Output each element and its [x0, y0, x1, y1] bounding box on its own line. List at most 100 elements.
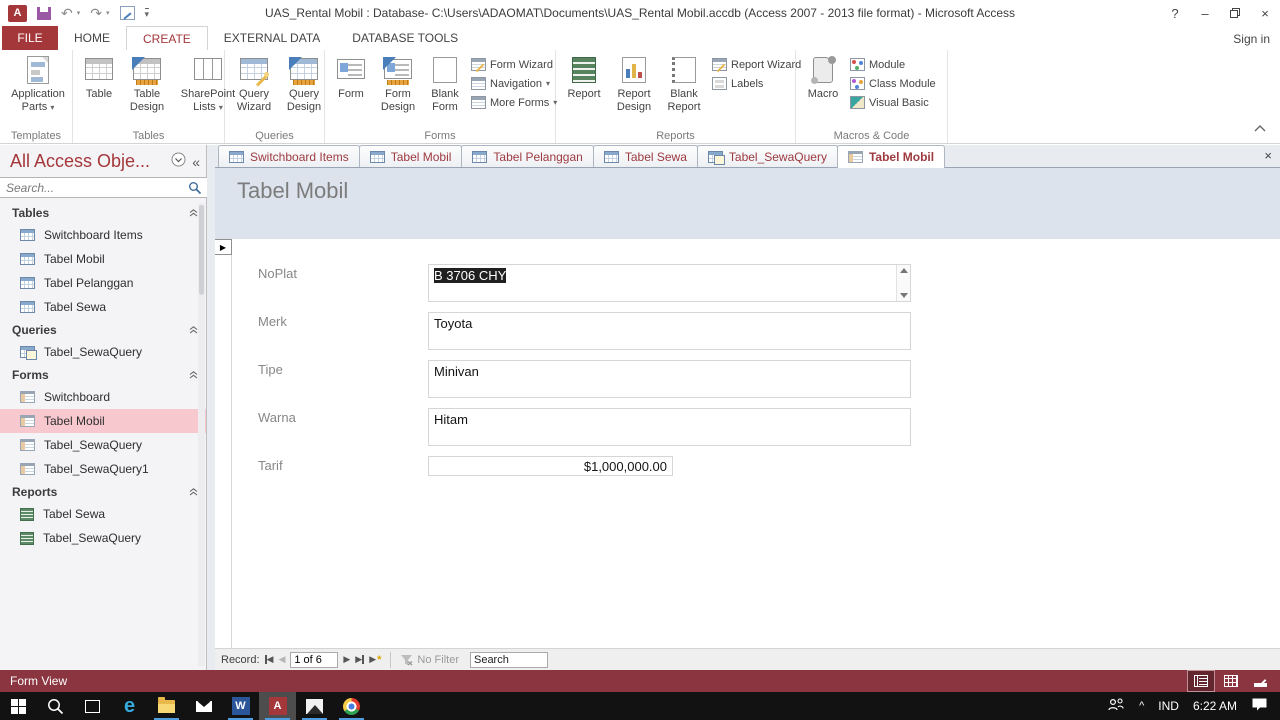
nav-pane-title[interactable]: All Access Obje... — [10, 151, 171, 172]
nav-item-tabel-sewaquery-report[interactable]: Tabel_SewaQuery — [0, 526, 206, 550]
tab-home[interactable]: HOME — [58, 26, 126, 50]
taskbar-file-explorer[interactable] — [148, 692, 185, 720]
nav-section-forms[interactable]: Forms — [0, 364, 206, 385]
navigation-button[interactable]: Navigation ▾ — [471, 77, 557, 90]
collapse-section-icon[interactable] — [189, 488, 198, 496]
nav-item-tabel-mobil-form[interactable]: Tabel Mobil — [0, 409, 206, 433]
nav-item-tabel-pelanggan[interactable]: Tabel Pelanggan — [0, 271, 206, 295]
table-button[interactable]: Table — [77, 53, 121, 102]
doc-tab-tabel-sewa[interactable]: Tabel Sewa — [592, 145, 698, 167]
doc-tab-tabel-sewaquery[interactable]: Tabel_SewaQuery — [696, 145, 838, 167]
search-icon[interactable] — [188, 181, 202, 200]
report-wizard-button[interactable]: Report Wizard — [712, 58, 801, 71]
taskbar-photos[interactable] — [296, 692, 333, 720]
record-position-input[interactable] — [290, 651, 339, 668]
field-warna[interactable]: Hitam — [428, 408, 911, 446]
next-record-button[interactable]: ▶ — [343, 654, 350, 665]
application-parts-button[interactable]: Application Parts ▾ — [4, 53, 72, 114]
start-button[interactable] — [0, 692, 37, 720]
action-center-button[interactable] — [1251, 697, 1268, 715]
no-filter-button[interactable]: No Filter — [400, 654, 459, 666]
new-record-button[interactable]: ▶ * — [369, 654, 381, 666]
labels-button[interactable]: Labels — [712, 77, 801, 90]
nav-item-switchboard-items[interactable]: Switchboard Items — [0, 223, 206, 247]
language-indicator[interactable]: IND — [1158, 699, 1179, 713]
taskbar-word[interactable] — [222, 692, 259, 720]
table-design-button[interactable]: Table Design — [121, 53, 173, 114]
field-tipe[interactable]: Minivan — [428, 360, 911, 398]
visual-basic-button[interactable]: Visual Basic — [850, 96, 936, 109]
scroll-down-icon[interactable] — [899, 293, 908, 298]
record-search-input[interactable] — [469, 651, 548, 668]
collapse-ribbon-button[interactable] — [1254, 119, 1266, 137]
nav-item-tabel-mobil-table[interactable]: Tabel Mobil — [0, 247, 206, 271]
nav-item-switchboard-form[interactable]: Switchboard — [0, 385, 206, 409]
scroll-up-icon[interactable] — [899, 268, 908, 273]
form-wizard-button[interactable]: Form Wizard — [471, 58, 557, 71]
form-design-button[interactable]: Form Design — [373, 53, 423, 114]
blank-report-button[interactable]: Blank Report — [660, 53, 708, 114]
query-design-button[interactable]: Query Design — [279, 53, 329, 114]
module-button[interactable]: Module — [850, 58, 936, 71]
nav-pane-scrollbar[interactable] — [198, 203, 205, 666]
save-icon[interactable] — [37, 6, 51, 20]
taskbar-search-button[interactable] — [37, 692, 74, 720]
undo-dropdown-icon[interactable]: ▾ — [77, 9, 81, 17]
query-wizard-button[interactable]: Query Wizard — [229, 53, 279, 114]
restore-button[interactable] — [1220, 0, 1250, 26]
close-button[interactable]: × — [1250, 0, 1280, 26]
nav-section-reports[interactable]: Reports — [0, 481, 206, 502]
nav-item-tabel-sewaquery-form[interactable]: Tabel_SewaQuery — [0, 433, 206, 457]
customize-qat-icon[interactable]: ▾ — [144, 7, 150, 19]
field-merk[interactable]: Toyota — [428, 312, 911, 350]
doc-tab-tabel-mobil-table[interactable]: Tabel Mobil — [358, 145, 463, 167]
report-design-button[interactable]: Report Design — [608, 53, 660, 114]
task-view-button[interactable] — [74, 692, 111, 720]
nav-item-tabel-sewa-table[interactable]: Tabel Sewa — [0, 295, 206, 319]
field-scrollbar[interactable] — [896, 265, 910, 301]
minimize-button[interactable]: – — [1190, 0, 1220, 26]
close-document-icon[interactable]: × — [1264, 148, 1272, 163]
sign-in-link[interactable]: Sign in — [1233, 32, 1270, 46]
tab-database-tools[interactable]: DATABASE TOOLS — [336, 26, 474, 50]
touch-mode-icon[interactable] — [119, 6, 135, 20]
datasheet-view-button[interactable] — [1218, 671, 1244, 691]
shutter-bar-close-icon[interactable]: « — [192, 154, 200, 170]
tab-create[interactable]: CREATE — [126, 26, 208, 50]
form-button[interactable]: Form — [329, 53, 373, 102]
taskbar-chrome[interactable] — [333, 692, 370, 720]
doc-tab-switchboard-items[interactable]: Switchboard Items — [218, 145, 360, 167]
redo-icon[interactable]: ↷ — [90, 6, 102, 20]
people-button[interactable] — [1107, 697, 1125, 715]
taskbar-edge[interactable] — [111, 692, 148, 720]
nav-item-tabel-sewaquery-query[interactable]: Tabel_SewaQuery — [0, 340, 206, 364]
class-module-button[interactable]: Class Module — [850, 77, 936, 90]
last-record-button[interactable]: ▶ — [355, 654, 365, 665]
doc-tab-tabel-pelanggan[interactable]: Tabel Pelanggan — [461, 145, 594, 167]
blank-form-button[interactable]: Blank Form — [423, 53, 467, 114]
design-view-button[interactable] — [1248, 671, 1274, 691]
record-selector-bar[interactable]: ▶ — [215, 239, 232, 648]
nav-item-tabel-sewaquery1-form[interactable]: Tabel_SewaQuery1 — [0, 457, 206, 481]
tab-file[interactable]: FILE — [2, 26, 58, 50]
redo-dropdown-icon[interactable]: ▾ — [106, 9, 110, 17]
nav-search-input[interactable] — [0, 177, 207, 198]
previous-record-button[interactable]: ◀ — [278, 654, 285, 665]
doc-tab-tabel-mobil-form[interactable]: Tabel Mobil — [836, 145, 946, 168]
field-tarif[interactable]: $1,000,000.00 — [428, 456, 673, 476]
form-view-button[interactable] — [1187, 670, 1215, 692]
field-noplat[interactable]: B 3706 CHY — [428, 264, 911, 302]
nav-section-queries[interactable]: Queries — [0, 319, 206, 340]
tab-external-data[interactable]: EXTERNAL DATA — [208, 26, 336, 50]
taskbar-access[interactable] — [259, 692, 296, 720]
clock[interactable]: 6:22 AM — [1193, 699, 1237, 713]
more-forms-button[interactable]: More Forms ▾ — [471, 96, 557, 109]
undo-icon[interactable]: ↶ — [61, 6, 73, 20]
taskbar-mail[interactable] — [185, 692, 222, 720]
report-button[interactable]: Report — [560, 53, 608, 102]
collapse-section-icon[interactable] — [189, 371, 198, 379]
show-hidden-icons-button[interactable]: ^ — [1139, 700, 1144, 712]
help-button[interactable]: ? — [1160, 0, 1190, 26]
nav-item-tabel-sewa-report[interactable]: Tabel Sewa — [0, 502, 206, 526]
macro-button[interactable]: Macro — [800, 53, 846, 102]
